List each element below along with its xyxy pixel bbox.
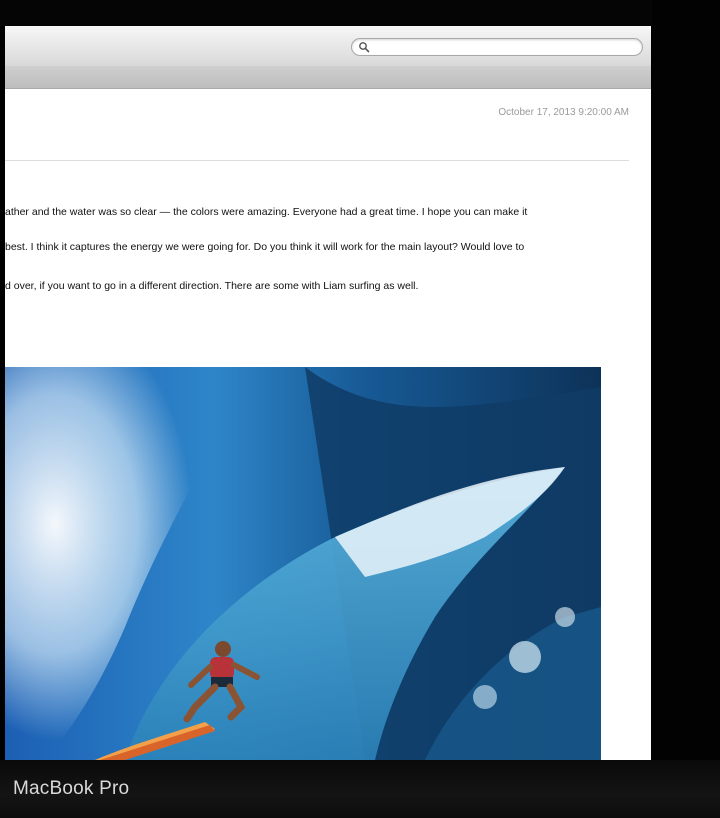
search-icon bbox=[359, 42, 370, 53]
display-bezel-top bbox=[0, 0, 720, 26]
display-bezel-right bbox=[652, 0, 720, 818]
message-line: d over, if you want to go in a different… bbox=[5, 280, 419, 292]
toolbar-subbar bbox=[5, 66, 651, 89]
message-line: best. I think it captures the energy we … bbox=[5, 241, 525, 253]
surfing-photo[interactable] bbox=[5, 367, 601, 760]
mail-window: October 17, 2013 9:20:00 AM ather and th… bbox=[5, 26, 651, 760]
search-input[interactable] bbox=[351, 38, 643, 56]
header-divider bbox=[5, 160, 629, 161]
message-line: ather and the water was so clear — the c… bbox=[5, 206, 528, 218]
message-timestamp: October 17, 2013 9:20:00 AM bbox=[498, 107, 629, 118]
device-brand-label: MacBook Pro bbox=[13, 778, 130, 799]
surfing-photo-image bbox=[5, 367, 601, 760]
